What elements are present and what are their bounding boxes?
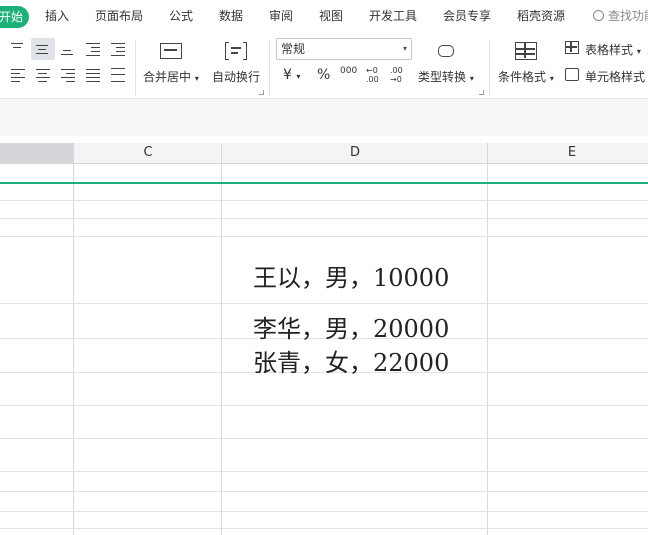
align-center-icon[interactable] <box>34 67 52 83</box>
grid-row-line <box>0 438 648 439</box>
column-header-d[interactable]: D <box>222 145 488 160</box>
decrease-decimal-button[interactable]: .00 →0 <box>390 66 408 84</box>
tab-view[interactable]: 视图 <box>319 7 343 24</box>
tab-insert[interactable]: 插入 <box>45 7 69 24</box>
column-divider[interactable] <box>221 143 222 164</box>
type-convert-icon[interactable] <box>438 43 456 59</box>
number-format-launcher[interactable] <box>479 90 484 95</box>
auto-wrap-button[interactable]: 自动换行 <box>212 68 260 85</box>
distributed-align-icon[interactable] <box>109 67 127 83</box>
column-divider[interactable] <box>73 143 74 164</box>
cell-d-entry-2[interactable]: 李华，男，20000 <box>253 309 449 344</box>
grid-row-line <box>0 200 648 201</box>
tab-home[interactable]: 开始 <box>0 6 29 28</box>
cell-d-entry-1[interactable]: 王以，男，10000 <box>253 258 449 293</box>
search-icon <box>593 10 604 21</box>
grid-column-line <box>487 164 488 535</box>
align-right-icon[interactable] <box>59 67 77 83</box>
currency-format-button[interactable]: ¥ ▾ <box>283 67 300 83</box>
ribbon-divider <box>135 40 136 96</box>
column-header-e[interactable]: E <box>488 145 648 160</box>
merge-center-icon[interactable] <box>160 43 182 59</box>
column-header-selected[interactable] <box>0 143 73 164</box>
conditional-format-icon[interactable] <box>515 42 537 60</box>
grid-row-line <box>0 471 648 472</box>
type-convert-button[interactable]: 类型转换 ▾ <box>418 68 474 85</box>
grid-row-line <box>0 218 648 219</box>
wrap-text-icon[interactable] <box>225 42 247 60</box>
tab-review[interactable]: 审阅 <box>269 7 293 24</box>
ribbon-divider <box>269 40 270 96</box>
tab-data[interactable]: 数据 <box>219 7 243 24</box>
grid-row-line <box>0 236 648 237</box>
tab-developer[interactable]: 开发工具 <box>369 7 417 24</box>
decrease-indent-icon[interactable] <box>84 41 102 57</box>
increase-indent-icon[interactable] <box>109 41 127 57</box>
alignment-settings-launcher[interactable] <box>259 90 264 95</box>
grid-row-line <box>0 405 648 406</box>
cell-d-entry-3[interactable]: 张青，女，22000 <box>253 343 449 378</box>
align-left-icon[interactable] <box>9 67 27 83</box>
merge-center-button[interactable]: 合并居中 ▾ <box>143 68 199 85</box>
search-placeholder: 查找功能 <box>608 9 648 23</box>
grid-column-line <box>73 164 74 535</box>
number-format-select[interactable]: 常规 ▾ <box>276 38 412 60</box>
ribbon-divider <box>489 40 490 96</box>
formula-bar-area <box>0 98 648 136</box>
menu-bar: 开始 插入 页面布局 公式 数据 审阅 视图 开发工具 会员专享 稻壳资源 查找… <box>0 0 648 34</box>
align-bottom-icon[interactable] <box>59 41 77 57</box>
grid-row-line <box>0 491 648 492</box>
column-divider[interactable] <box>487 143 488 164</box>
column-header-row: C D E <box>0 143 648 164</box>
grid-column-line <box>221 164 222 535</box>
grid-row-line <box>0 528 648 529</box>
align-middle-icon[interactable] <box>34 41 52 57</box>
tab-docer-resources[interactable]: 稻壳资源 <box>517 7 565 24</box>
table-style-button[interactable]: 表格样式 ▾ <box>585 41 641 58</box>
selected-row-indicator <box>0 182 648 184</box>
increase-decimal-button[interactable]: ←0 .00 <box>366 66 384 84</box>
percent-format-button[interactable]: % <box>317 67 330 83</box>
align-top-icon[interactable] <box>9 41 27 57</box>
search-box[interactable]: 查找功能 <box>593 7 648 24</box>
tab-formulas[interactable]: 公式 <box>169 7 193 24</box>
conditional-format-button[interactable]: 条件格式 ▾ <box>498 68 554 85</box>
grid-row-line <box>0 303 648 304</box>
justify-icon[interactable] <box>84 67 102 83</box>
tab-page-layout[interactable]: 页面布局 <box>95 7 143 24</box>
table-style-icon[interactable] <box>565 41 579 54</box>
chevron-down-icon: ▾ <box>402 44 407 53</box>
tab-member[interactable]: 会员专享 <box>443 7 491 24</box>
cell-style-button[interactable]: 单元格样式 <box>585 68 645 85</box>
cell-style-icon[interactable] <box>565 68 579 81</box>
column-header-c[interactable]: C <box>74 145 222 160</box>
grid-row-line <box>0 511 648 512</box>
thousands-separator-button[interactable]: 000 <box>340 66 357 76</box>
